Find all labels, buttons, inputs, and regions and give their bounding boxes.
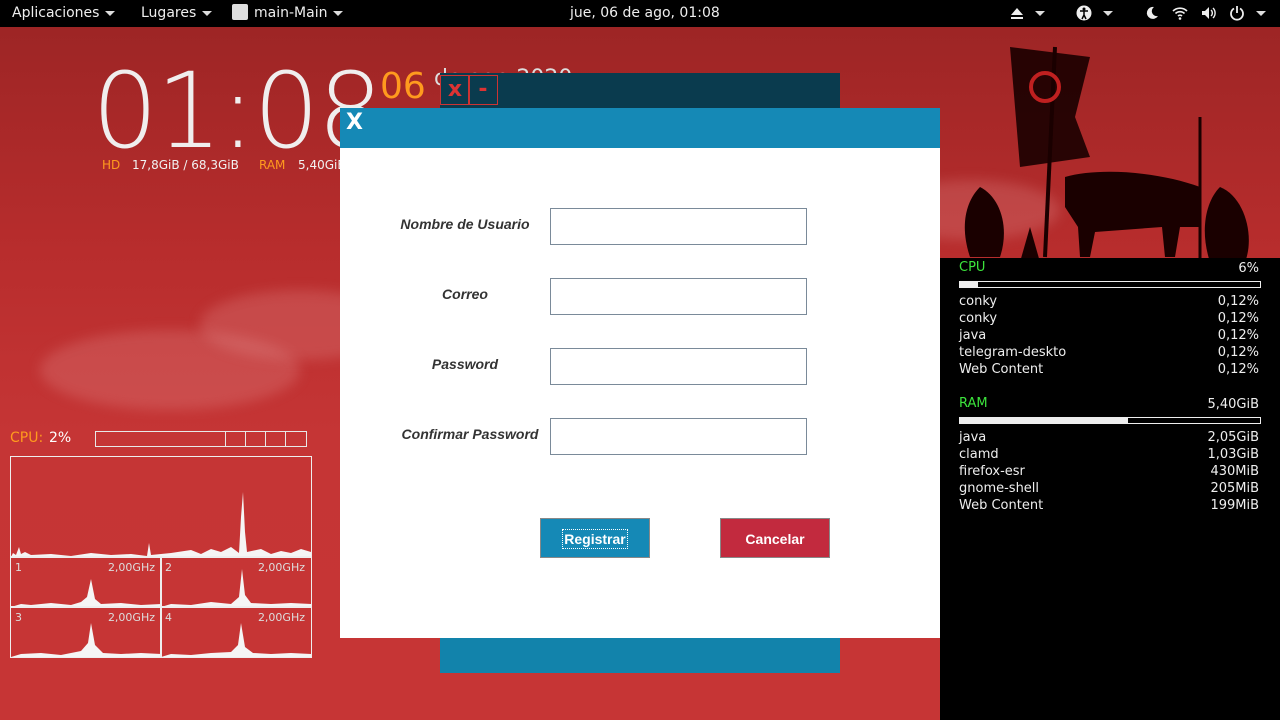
conky-cpu-value: 6% bbox=[1238, 261, 1259, 276]
chevron-down-icon bbox=[202, 10, 213, 16]
app-menu-label: main-Main bbox=[254, 5, 328, 21]
process-value: 0,12% bbox=[1217, 328, 1259, 343]
register-dialog: X Nombre de Usuario Correo Password Conf… bbox=[340, 108, 940, 638]
process-value: 430MiB bbox=[1210, 464, 1259, 479]
clock-menu[interactable]: jue, 06 de ago, 01:08 bbox=[570, 0, 720, 27]
process-name: conky bbox=[959, 294, 998, 309]
cancel-button[interactable]: Cancelar bbox=[720, 518, 830, 558]
night-light-icon[interactable] bbox=[1144, 5, 1160, 21]
register-button-label: Registrar bbox=[562, 529, 628, 549]
places-menu[interactable]: Lugares bbox=[141, 0, 213, 27]
process-name: Web Content bbox=[959, 498, 1044, 513]
dialog-header: X bbox=[340, 108, 940, 148]
conky-ram-process: Web Content 199MiB bbox=[959, 497, 1259, 514]
cpu-usage-bar bbox=[95, 431, 307, 447]
email-label: Correo bbox=[442, 286, 488, 302]
cpu-core-graph: 4 2,00GHz bbox=[160, 606, 312, 658]
process-value: 0,12% bbox=[1217, 345, 1259, 360]
background-window-minimize-button[interactable]: - bbox=[468, 75, 498, 105]
applications-menu-label: Aplicaciones bbox=[12, 5, 100, 21]
desktop-date-day: 06 bbox=[380, 66, 426, 107]
conky-ram-row: 5,40GiB bbox=[959, 396, 1259, 413]
applications-menu[interactable]: Aplicaciones bbox=[12, 0, 116, 27]
cpu-core-plot bbox=[11, 579, 161, 607]
volume-icon[interactable] bbox=[1200, 5, 1216, 21]
cpu-core-plot bbox=[11, 623, 161, 657]
conky-cpu-bar-fill bbox=[960, 282, 978, 287]
dialog-close-button[interactable]: X bbox=[346, 110, 363, 135]
process-value: 0,12% bbox=[1217, 294, 1259, 309]
hd-label: HD bbox=[102, 158, 121, 172]
power-icon[interactable] bbox=[1229, 5, 1245, 21]
conky-ram-value: 5,40GiB bbox=[1207, 397, 1259, 412]
eject-icon[interactable] bbox=[1009, 5, 1025, 21]
process-name: gnome-shell bbox=[959, 481, 1040, 496]
email-field[interactable] bbox=[550, 278, 807, 315]
conky-ram-process: clamd 1,03GiB bbox=[959, 446, 1259, 463]
cpu-core-plot bbox=[161, 569, 311, 607]
cpu-total-graph-plot bbox=[11, 492, 311, 557]
process-value: 0,12% bbox=[1217, 362, 1259, 377]
clock-label: jue, 06 de ago, 01:08 bbox=[570, 5, 720, 21]
conky-ram-process: firefox-esr 430MiB bbox=[959, 463, 1259, 480]
accessibility-icon[interactable] bbox=[1076, 5, 1092, 21]
desktop-clock: 01:08 bbox=[92, 50, 384, 172]
chevron-down-icon[interactable] bbox=[1103, 11, 1113, 16]
chevron-down-icon[interactable] bbox=[1256, 11, 1266, 16]
background-window-close-button[interactable]: x bbox=[440, 75, 470, 105]
chevron-down-icon bbox=[105, 10, 116, 16]
chevron-down-icon bbox=[333, 10, 344, 16]
username-label: Nombre de Usuario bbox=[400, 216, 530, 232]
confirm-password-field[interactable] bbox=[550, 418, 807, 455]
confirm-password-label: Confirmar Password bbox=[401, 426, 539, 442]
cpu-core-graph: 3 2,00GHz bbox=[10, 606, 162, 658]
hd-value: 17,8GiB / 68,3GiB bbox=[132, 158, 239, 172]
cpu-core-graph: 1 2,00GHz bbox=[10, 556, 162, 608]
conky-ram-process: java 2,05GiB bbox=[959, 429, 1259, 446]
ram-label: RAM bbox=[259, 158, 286, 172]
process-value: 1,03GiB bbox=[1207, 447, 1259, 462]
conky-ram-bar-fill bbox=[960, 418, 1128, 423]
process-name: conky bbox=[959, 311, 998, 326]
process-name: Web Content bbox=[959, 362, 1044, 377]
process-value: 2,05GiB bbox=[1207, 430, 1259, 445]
process-value: 205MiB bbox=[1210, 481, 1259, 496]
conky-cpu-bar bbox=[959, 281, 1261, 288]
conky-cpu-process: java 0,12% bbox=[959, 327, 1259, 344]
username-field[interactable] bbox=[550, 208, 807, 245]
conky-cpu-process: Web Content 0,12% bbox=[959, 361, 1259, 378]
top-bar: Aplicaciones Lugares main-Main jue, 06 d… bbox=[0, 0, 1280, 27]
process-name: java bbox=[959, 430, 987, 445]
process-name: firefox-esr bbox=[959, 464, 1025, 479]
java-app-icon bbox=[232, 4, 248, 20]
password-label: Password bbox=[431, 356, 499, 372]
cpu-core-graph: 2 2,00GHz bbox=[160, 556, 312, 608]
places-menu-label: Lugares bbox=[141, 5, 197, 21]
process-value: 199MiB bbox=[1210, 498, 1259, 513]
conky-cpu-process: conky 0,12% bbox=[959, 293, 1259, 310]
process-name: java bbox=[959, 328, 987, 343]
wifi-icon[interactable] bbox=[1172, 5, 1188, 21]
register-button[interactable]: Registrar bbox=[540, 518, 650, 558]
wallpaper-silhouette bbox=[964, 46, 1249, 262]
cpu-core-plot bbox=[161, 623, 311, 657]
password-field[interactable] bbox=[550, 348, 807, 385]
cpu-label: CPU: bbox=[10, 430, 44, 446]
process-name: telegram-deskto bbox=[959, 345, 1067, 360]
conky-ram-process: gnome-shell 205MiB bbox=[959, 480, 1259, 497]
background-window-titlebar: x - bbox=[440, 73, 840, 108]
conky-cpu-process: conky 0,12% bbox=[959, 310, 1259, 327]
process-name: clamd bbox=[959, 447, 999, 462]
cpu-value: 2% bbox=[49, 430, 72, 446]
cpu-total-graph bbox=[10, 456, 312, 558]
conky-cpu-row: 6% bbox=[959, 260, 1259, 277]
process-value: 0,12% bbox=[1217, 311, 1259, 326]
conky-cpu-process: telegram-deskto 0,12% bbox=[959, 344, 1259, 361]
conky-ram-bar bbox=[959, 417, 1261, 424]
app-menu[interactable]: main-Main bbox=[232, 0, 344, 27]
system-monitor-panel: CPU 6% conky 0,12% conky 0,12% java 0,12% t… bbox=[940, 258, 1280, 720]
chevron-down-icon[interactable] bbox=[1035, 11, 1045, 16]
ram-value: 5,40GiB bbox=[298, 158, 346, 172]
